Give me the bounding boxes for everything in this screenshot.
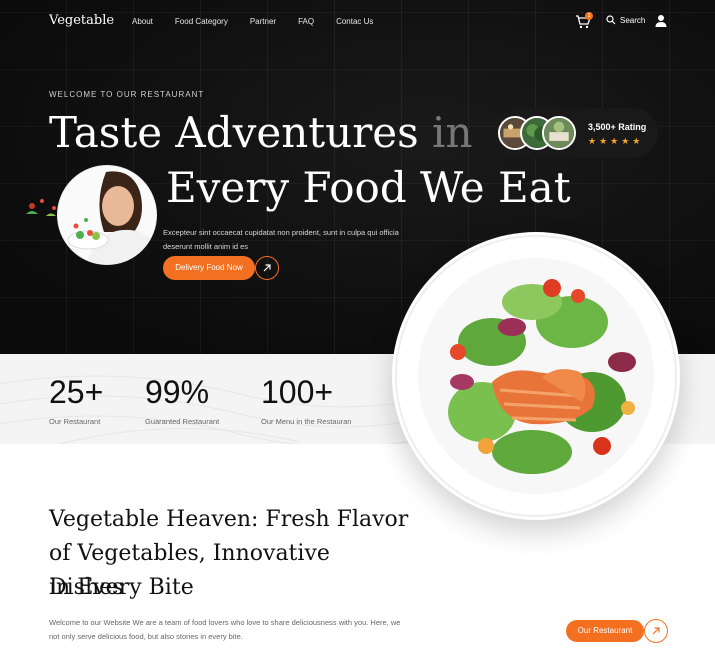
hero-subtitle: Excepteur sint occaecat cupidatat non pr… — [163, 228, 399, 251]
nav-menu: About Food Category Partner FAQ Contac U… — [132, 17, 373, 26]
stat-label-restaurants: Our Restaurant — [49, 417, 101, 426]
stat-label-guaranteed: Guaranted Restaurant — [145, 417, 220, 426]
rating-text: 3,500+ Rating — [588, 122, 647, 132]
user-icon[interactable] — [655, 14, 667, 28]
navbar: Vegetable About Food Category Partner FA… — [0, 10, 715, 34]
nav-item-about[interactable]: About — [132, 17, 153, 26]
our-restaurant-arrow-button[interactable] — [644, 619, 668, 643]
search-icon — [606, 15, 616, 25]
nav-item-partner[interactable]: Partner — [250, 17, 276, 26]
hero-eyebrow: WELCOME TO OUR RESTAURANT — [49, 90, 205, 99]
nav-item-food-category[interactable]: Food Category — [175, 17, 228, 26]
delivery-arrow-button[interactable] — [255, 256, 279, 280]
cart-badge: 3 — [585, 12, 593, 20]
search-button[interactable]: Search — [606, 15, 645, 25]
hero-title-line-1: Taste Adventures in — [49, 108, 473, 157]
delivery-food-now-button[interactable]: Delivery Food Now — [163, 256, 255, 280]
section-heading-line-1: Vegetable Heaven: Fresh Flavor — [49, 507, 409, 532]
stat-label-menu: Our Menu in the Restauran — [261, 417, 352, 426]
section-heading-line-3: in Every Bite — [49, 575, 194, 600]
woman-eating-salad-image — [57, 165, 157, 265]
arrow-up-right-icon — [652, 627, 660, 635]
stat-value-guaranteed: 99% — [145, 374, 210, 410]
rating-badge: 3,500+ Rating ★★★★★ — [494, 108, 658, 158]
rating-stars: ★★★★★ — [588, 136, 644, 146]
logo[interactable]: Vegetable — [49, 13, 114, 28]
restaurant-thumbnail — [542, 116, 576, 150]
arrow-up-right-icon — [263, 264, 271, 272]
section-description: Welcome to our Website We are a team of … — [49, 618, 401, 641]
nav-item-contact[interactable]: Contac Us — [336, 17, 373, 26]
stat-value-restaurants: 25+ — [49, 374, 104, 410]
salad-plate-image — [392, 232, 680, 520]
stat-value-menu: 100+ — [261, 374, 334, 410]
nav-item-faq[interactable]: FAQ — [298, 17, 314, 26]
hero-title-line-2: Every Food We Eat — [166, 163, 571, 212]
search-label: Search — [620, 15, 646, 25]
our-restaurant-button[interactable]: Our Restaurant — [566, 620, 644, 642]
